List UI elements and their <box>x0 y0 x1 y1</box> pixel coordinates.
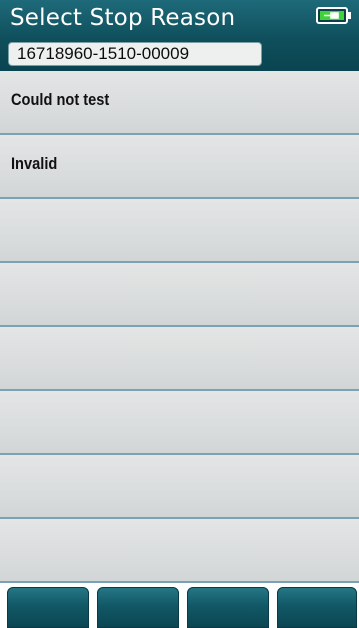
softkey-4[interactable] <box>277 587 357 628</box>
list-item-label: Could not test <box>11 90 110 109</box>
list-item[interactable] <box>0 199 359 263</box>
softkey-bar <box>0 583 359 628</box>
list-item[interactable] <box>0 519 359 583</box>
list-item[interactable]: Invalid <box>0 135 359 199</box>
softkey-3[interactable] <box>187 587 269 628</box>
list-item[interactable] <box>0 263 359 327</box>
softkey-1[interactable] <box>7 587 89 628</box>
title-bar: Select Stop Reason 16718960-1510-00009 <box>0 0 359 71</box>
softkey-2[interactable] <box>97 587 179 628</box>
stop-reason-list: Could not test Invalid <box>0 71 359 583</box>
page-title: Select Stop Reason <box>10 5 236 31</box>
record-id-field: 16718960-1510-00009 <box>8 42 262 66</box>
battery-charging-icon <box>316 7 352 24</box>
list-item[interactable] <box>0 327 359 391</box>
list-item[interactable] <box>0 455 359 519</box>
list-item[interactable] <box>0 391 359 455</box>
list-item[interactable]: Could not test <box>0 71 359 135</box>
list-item-label: Invalid <box>11 154 58 173</box>
